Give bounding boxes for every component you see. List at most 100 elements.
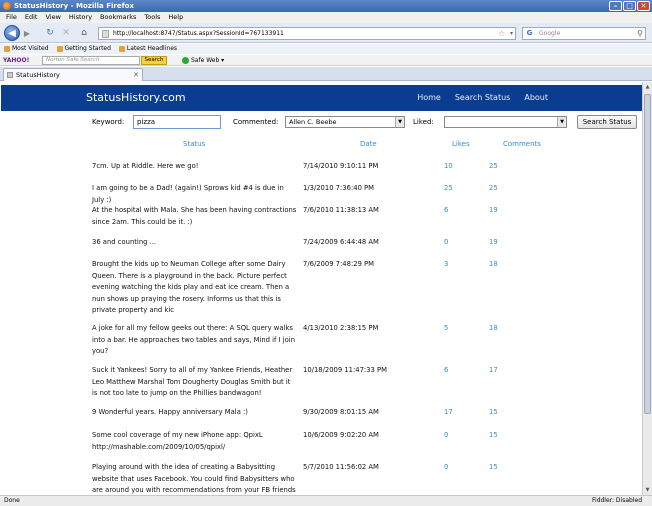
safe-web-icon bbox=[182, 57, 189, 64]
status-date: 7/6/2009 7:48:29 PM bbox=[303, 260, 375, 268]
extension-toolbar: YAHOO! Norton Safe Search Search Safe We… bbox=[0, 55, 652, 66]
safe-web-button[interactable]: Safe Web ▾ bbox=[182, 55, 224, 66]
comments-link[interactable]: 15 bbox=[489, 430, 498, 442]
likes-link[interactable]: 6 bbox=[444, 205, 448, 217]
nav-home[interactable]: Home bbox=[417, 93, 441, 102]
tab-label: StatusHistory bbox=[16, 71, 60, 79]
norton-search-input[interactable]: Norton Safe Search bbox=[42, 56, 140, 65]
menu-help[interactable]: Help bbox=[168, 12, 183, 23]
url-bar[interactable]: http://localhost:8747/Status.aspx?Sessio… bbox=[98, 27, 516, 40]
norton-search-button[interactable]: Search bbox=[141, 56, 167, 65]
commented-value: Allen C. Beebe bbox=[289, 118, 337, 126]
minimize-button[interactable]: – bbox=[609, 1, 622, 11]
likes-link[interactable]: 17 bbox=[444, 407, 453, 419]
keyword-input[interactable]: pizza bbox=[133, 115, 221, 129]
header-likes[interactable]: Likes bbox=[452, 140, 470, 148]
site-header: StatusHistory.com Home Search Status Abo… bbox=[1, 85, 642, 111]
bookmark-most-visited[interactable]: Most Visited bbox=[4, 44, 49, 54]
browser-status-bar: Done Fiddler: Disabled bbox=[0, 495, 652, 506]
menu-bookmarks[interactable]: Bookmarks bbox=[100, 12, 136, 23]
site-nav: Home Search Status About bbox=[417, 93, 548, 102]
back-arrow-icon[interactable]: ◀ bbox=[4, 25, 20, 41]
comments-link[interactable]: 19 bbox=[489, 205, 498, 217]
menu-file[interactable]: File bbox=[6, 12, 17, 23]
close-button[interactable]: ✕ bbox=[637, 1, 650, 11]
google-icon[interactable]: G bbox=[525, 29, 534, 38]
nav-search-status[interactable]: Search Status bbox=[455, 93, 511, 102]
menu-view[interactable]: View bbox=[45, 12, 60, 23]
likes-link[interactable]: 0 bbox=[444, 430, 448, 442]
status-date: 10/6/2009 9:02:20 AM bbox=[303, 431, 379, 439]
status-text: Some cool coverage of my new iPhone app:… bbox=[92, 431, 263, 451]
chevron-down-icon[interactable]: ▼ bbox=[395, 117, 404, 127]
commented-label: Commented: bbox=[233, 118, 279, 126]
reload-icon[interactable]: ↻ bbox=[44, 27, 56, 39]
url-dropdown-icon[interactable]: ▾ bbox=[510, 28, 513, 39]
safe-web-label: Safe Web ▾ bbox=[191, 57, 225, 64]
likes-link[interactable]: 0 bbox=[444, 237, 448, 249]
fiddler-status[interactable]: Fiddler: Disabled bbox=[592, 496, 642, 506]
comments-link[interactable]: 25 bbox=[489, 183, 498, 195]
status-date: 4/13/2010 2:38:15 PM bbox=[303, 324, 379, 332]
status-text: I am going to be a Dad! (again!) Sprows … bbox=[92, 184, 284, 204]
comments-link[interactable]: 18 bbox=[489, 259, 498, 271]
comments-link[interactable]: 15 bbox=[489, 407, 498, 419]
header-date[interactable]: Date bbox=[360, 140, 377, 148]
status-text: At the hospital with Mala. She has been … bbox=[92, 206, 297, 226]
web-search-placeholder: Google bbox=[539, 30, 561, 37]
status-text: Brought the kids up to Neuman College af… bbox=[92, 260, 290, 314]
site-brand[interactable]: StatusHistory.com bbox=[86, 91, 186, 104]
maximize-button[interactable]: □ bbox=[623, 1, 636, 11]
window-title-bar: StatusHistory - Mozilla Firefox – □ ✕ bbox=[0, 0, 652, 12]
tab-close-icon[interactable]: ✕ bbox=[133, 69, 139, 81]
yahoo-logo[interactable]: YAHOO! bbox=[3, 55, 29, 66]
bookmark-icon bbox=[4, 46, 10, 52]
search-icon[interactable]: ⚲ bbox=[637, 28, 643, 39]
commented-select[interactable]: Allen C. Beebe ▼ bbox=[285, 116, 405, 128]
window-controls: – □ ✕ bbox=[609, 1, 650, 11]
forward-arrow-icon[interactable]: ▶ bbox=[21, 28, 33, 39]
likes-link[interactable]: 6 bbox=[444, 365, 448, 377]
search-status-button[interactable]: Search Status bbox=[577, 115, 637, 129]
comments-link[interactable]: 17 bbox=[489, 365, 498, 377]
home-icon[interactable]: ⌂ bbox=[78, 27, 90, 39]
header-comments[interactable]: Comments bbox=[503, 140, 541, 148]
bookmark-getting-started[interactable]: Getting Started bbox=[56, 44, 111, 54]
likes-link[interactable]: 10 bbox=[444, 161, 453, 173]
keyword-label: Keyword: bbox=[92, 118, 125, 126]
scrollbar-thumb[interactable] bbox=[644, 94, 651, 414]
comments-link[interactable]: 18 bbox=[489, 323, 498, 335]
window-title: StatusHistory - Mozilla Firefox bbox=[14, 2, 134, 10]
chevron-down-icon[interactable]: ▼ bbox=[557, 117, 566, 127]
menu-bar: File Edit View History Bookmarks Tools H… bbox=[0, 12, 652, 23]
status-date: 5/7/2010 11:56:02 AM bbox=[303, 463, 379, 471]
comments-link[interactable]: 19 bbox=[489, 237, 498, 249]
bookmark-label: Getting Started bbox=[64, 45, 111, 52]
status-text: 7cm. Up at Riddle. Here we go! bbox=[92, 162, 199, 170]
tab-statushistory[interactable]: StatusHistory ✕ bbox=[3, 68, 143, 81]
comments-link[interactable]: 25 bbox=[489, 161, 498, 173]
comments-link[interactable]: 15 bbox=[489, 462, 498, 474]
menu-history[interactable]: History bbox=[69, 12, 92, 23]
likes-link[interactable]: 25 bbox=[444, 183, 453, 195]
bookmark-label: Latest Headlines bbox=[126, 45, 178, 52]
stop-icon[interactable]: ✕ bbox=[60, 27, 72, 39]
menu-tools[interactable]: Tools bbox=[144, 12, 160, 23]
vertical-scrollbar[interactable]: ▲ ▼ bbox=[642, 82, 652, 495]
menu-edit[interactable]: Edit bbox=[25, 12, 38, 23]
bookmark-latest-headlines[interactable]: Latest Headlines bbox=[118, 44, 178, 54]
scroll-up-icon[interactable]: ▲ bbox=[643, 82, 652, 92]
page-icon bbox=[102, 30, 109, 38]
bookmark-star-icon[interactable]: ☆ bbox=[498, 28, 505, 39]
status-text: Playing around with the idea of creating… bbox=[92, 463, 296, 494]
likes-link[interactable]: 5 bbox=[444, 323, 448, 335]
header-status[interactable]: Status bbox=[183, 140, 205, 148]
scroll-down-icon[interactable]: ▼ bbox=[643, 485, 652, 495]
status-date: 7/6/2010 11:38:13 AM bbox=[303, 206, 379, 214]
nav-about[interactable]: About bbox=[524, 93, 548, 102]
likes-link[interactable]: 0 bbox=[444, 462, 448, 474]
status-date: 10/18/2009 11:47:33 PM bbox=[303, 366, 387, 374]
liked-select[interactable]: ▼ bbox=[444, 116, 567, 128]
web-search-box[interactable]: G Google ⚲ bbox=[522, 27, 646, 40]
likes-link[interactable]: 3 bbox=[444, 259, 448, 271]
